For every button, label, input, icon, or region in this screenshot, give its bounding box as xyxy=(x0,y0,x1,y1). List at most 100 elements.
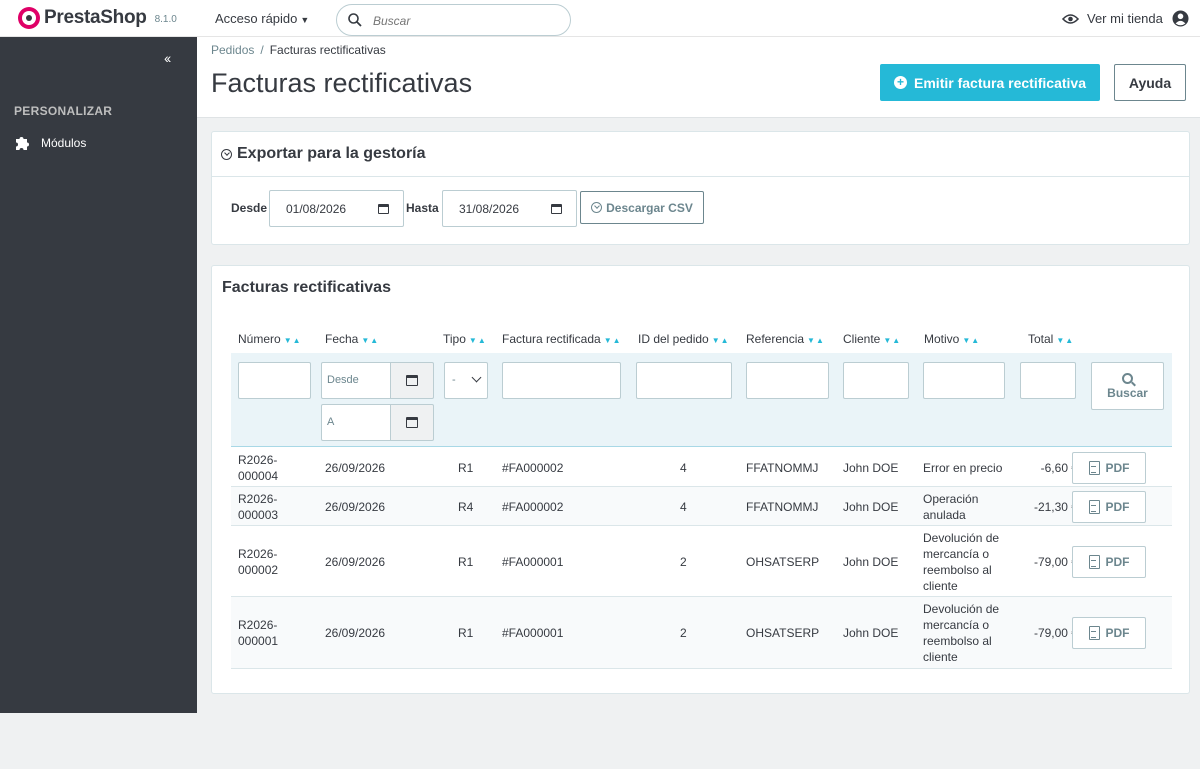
puzzle-icon xyxy=(16,137,29,150)
cell-fecha: 26/09/2026 xyxy=(325,461,386,475)
cell-factura: #FA000002 xyxy=(502,500,564,514)
cell-referencia: FFATNOMMJ xyxy=(746,461,819,475)
pdf-button[interactable]: PDF xyxy=(1072,491,1146,523)
cell-total: -6,60 € xyxy=(1040,461,1078,475)
cell-id-pedido: 4 xyxy=(680,461,687,475)
cell-referencia: FFATNOMMJ xyxy=(746,500,819,514)
page-header: Pedidos / Facturas rectificativas Facturas… xyxy=(197,37,1200,118)
page-title: Facturas rectificativas xyxy=(211,68,473,98)
sort-arrows-icon[interactable]: ▼▲ xyxy=(604,336,622,345)
cell-factura: #FA000001 xyxy=(502,555,564,569)
filter-numero-input[interactable] xyxy=(238,362,311,399)
cell-referencia: OHSATSERP xyxy=(746,555,820,569)
cell-total: -21,30 € xyxy=(1033,500,1078,514)
filter-referencia-input[interactable] xyxy=(746,362,829,399)
list-card-title: Facturas rectificativas xyxy=(222,279,391,296)
column-header-fecha[interactable]: Fecha ▼▲ xyxy=(325,332,379,346)
export-card-title: Exportar para la gestoría xyxy=(237,145,426,162)
breadcrumb-pedidos[interactable]: Pedidos xyxy=(211,43,254,57)
filter-tipo-select[interactable]: - xyxy=(444,362,488,399)
column-header-motivo[interactable]: Motivo ▼▲ xyxy=(924,332,980,346)
column-header-id-pedido[interactable]: ID del pedido ▼▲ xyxy=(638,332,730,346)
sort-arrows-icon[interactable]: ▼▲ xyxy=(807,336,825,345)
calendar-icon xyxy=(406,417,418,428)
cell-numero: R2026- 000003 xyxy=(238,492,279,522)
cell-cliente: John DOE xyxy=(843,555,899,569)
pdf-button[interactable]: PDF xyxy=(1072,452,1146,484)
sort-arrows-icon[interactable]: ▼▲ xyxy=(361,336,379,345)
quick-access-dropdown[interactable]: Acceso rápido ▼ xyxy=(215,11,309,26)
cell-total: -79,00 € xyxy=(1033,626,1078,640)
column-label: Cliente xyxy=(843,332,881,346)
cell-id-pedido: 2 xyxy=(680,555,687,569)
filter-total-input[interactable] xyxy=(1020,362,1076,399)
column-label: Total xyxy=(1028,332,1054,346)
column-header-factura-rectificada[interactable]: Factura rectificada ▼▲ xyxy=(502,332,622,346)
cell-numero: R2026- 000001 xyxy=(238,618,279,648)
from-date-input[interactable]: 01/08/2026 xyxy=(269,190,404,227)
calendar-icon[interactable] xyxy=(551,204,562,214)
search-button[interactable]: Buscar xyxy=(1091,362,1164,410)
help-button[interactable]: Ayuda xyxy=(1114,64,1186,101)
column-header-referencia[interactable]: Referencia ▼▲ xyxy=(746,332,825,346)
search-box[interactable] xyxy=(336,4,571,36)
filter-tipo-value: - xyxy=(452,374,456,386)
cell-tipo: R1 xyxy=(458,626,474,640)
breadcrumb-current: Facturas rectificativas xyxy=(269,43,386,57)
calendar-icon[interactable] xyxy=(378,204,389,214)
pdf-button-label: PDF xyxy=(1105,500,1130,514)
from-label: Desde xyxy=(231,201,268,215)
sort-arrows-icon[interactable]: ▼▲ xyxy=(883,336,901,345)
filter-date-from-input[interactable]: Desde xyxy=(321,362,391,399)
cell-tipo: R4 xyxy=(458,500,474,514)
sort-arrows-icon[interactable]: ▼▲ xyxy=(1056,336,1074,345)
user-account-icon[interactable] xyxy=(1172,10,1189,27)
sort-arrows-icon[interactable]: ▼▲ xyxy=(284,336,302,345)
column-label: Número xyxy=(238,332,281,346)
download-circle-icon xyxy=(591,202,603,213)
pdf-button[interactable]: PDF xyxy=(1072,546,1146,578)
pdf-button[interactable]: PDF xyxy=(1072,617,1146,649)
column-header-tipo[interactable]: Tipo ▼▲ xyxy=(443,332,487,346)
chevron-down-icon xyxy=(471,372,482,383)
filter-cliente-input[interactable] xyxy=(843,362,909,399)
filter-date-to-calendar[interactable] xyxy=(390,404,434,441)
filter-date-from-calendar[interactable] xyxy=(390,362,434,399)
pdf-button-label: PDF xyxy=(1105,461,1130,475)
column-header-total[interactable]: Total ▼▲ xyxy=(1028,332,1074,346)
to-date-input[interactable]: 31/08/2026 xyxy=(442,190,577,227)
quick-access-label: Acceso rápido xyxy=(215,11,298,26)
prestashop-logo-icon xyxy=(18,7,40,29)
cell-fecha: 26/09/2026 xyxy=(325,500,386,514)
sidebar-section-title: PERSONALIZAR xyxy=(14,104,113,118)
filter-factura-input[interactable] xyxy=(502,362,621,399)
breadcrumb-separator: / xyxy=(260,43,264,57)
download-csv-button[interactable]: Descargar CSV xyxy=(580,191,704,224)
sort-arrows-icon[interactable]: ▼▲ xyxy=(712,336,730,345)
cell-cliente: John DOE xyxy=(843,626,899,640)
column-label: Factura rectificada xyxy=(502,332,601,346)
filter-id-pedido-input[interactable] xyxy=(636,362,732,399)
calendar-icon xyxy=(406,375,418,386)
sidebar-item-modulos[interactable]: Módulos xyxy=(14,134,86,151)
search-button-label: Buscar xyxy=(1107,385,1148,400)
from-date-value: 01/08/2026 xyxy=(286,202,347,216)
collapse-sidebar-icon[interactable]: ‹‹ xyxy=(164,50,171,66)
issue-credit-note-button[interactable]: + Emitir factura rectificativa xyxy=(880,64,1100,101)
prestashop-logo[interactable]: PrestaShop 8.1.0 xyxy=(18,7,177,29)
cell-tipo: R1 xyxy=(458,461,474,475)
column-label: Referencia xyxy=(746,332,805,346)
credit-notes-card: Facturas rectificativas Número ▼▲ Fecha ▼▲… xyxy=(211,265,1190,694)
column-header-numero[interactable]: Número ▼▲ xyxy=(238,332,302,346)
version-label: 8.1.0 xyxy=(154,14,177,25)
sort-arrows-icon[interactable]: ▼▲ xyxy=(469,336,487,345)
view-shop-label: Ver mi tienda xyxy=(1087,11,1163,26)
cell-factura: #FA000002 xyxy=(502,461,564,475)
filter-date-to-input[interactable]: A xyxy=(321,404,391,441)
view-shop-link[interactable]: Ver mi tienda xyxy=(1062,10,1189,27)
column-header-cliente[interactable]: Cliente ▼▲ xyxy=(843,332,901,346)
sort-arrows-icon[interactable]: ▼▲ xyxy=(962,336,980,345)
to-label: Hasta xyxy=(406,201,439,215)
search-input[interactable] xyxy=(373,12,553,30)
filter-motivo-input[interactable] xyxy=(923,362,1005,399)
